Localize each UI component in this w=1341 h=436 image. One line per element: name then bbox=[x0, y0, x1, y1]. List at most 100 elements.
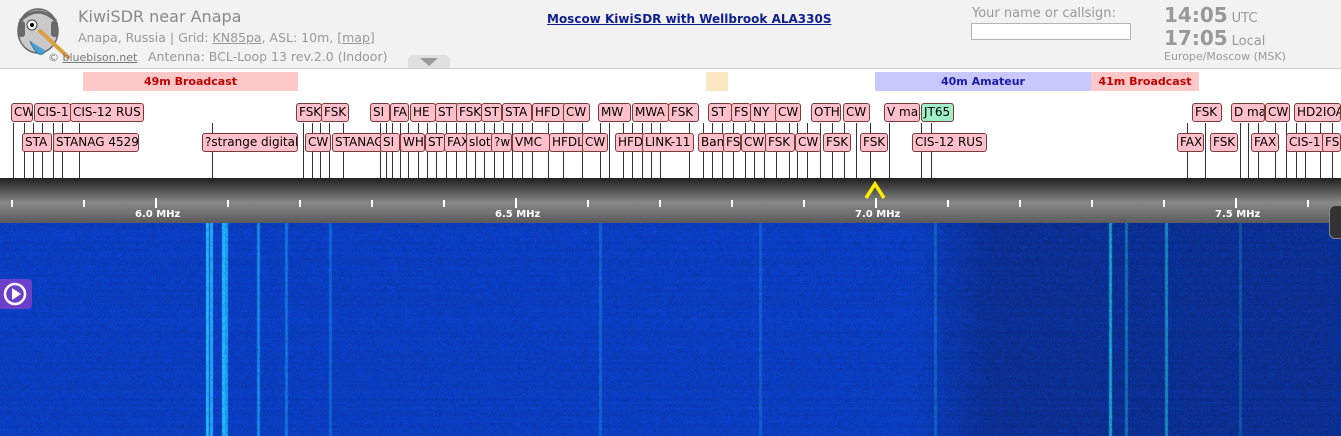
freq-label-row1[interactable]: JT65 bbox=[921, 103, 954, 122]
freq-label-row2[interactable]: CW bbox=[741, 133, 767, 152]
freq-label-row2[interactable]: HFDL bbox=[549, 133, 585, 152]
freq-label-row1[interactable]: HE bbox=[410, 103, 436, 122]
freq-label-row2[interactable]: HFD bbox=[615, 133, 645, 152]
freq-label-row2[interactable]: FSK bbox=[1210, 133, 1238, 152]
freq-label-row2[interactable]: ?strange digital bbox=[202, 133, 298, 152]
freq-label-row2[interactable]: CW bbox=[795, 133, 821, 152]
frequency-scale[interactable]: 6.0 MHz 6.5 MHz 7.0 MHz 7.5 MHz bbox=[0, 178, 1341, 223]
freq-label-row2[interactable]: Ban bbox=[698, 133, 725, 152]
freq-label-row2[interactable]: CIS-12 RUS bbox=[912, 133, 987, 152]
freq-label-row2[interactable]: FAX bbox=[1251, 133, 1279, 152]
freq-label-row1[interactable]: CIS-12 RUS bbox=[70, 103, 144, 122]
freq-label-row2[interactable]: STANAG 4529 bbox=[53, 133, 139, 152]
map-link[interactable]: [map] bbox=[337, 30, 375, 45]
chevron-down-icon bbox=[420, 58, 438, 66]
scale-tick bbox=[947, 200, 949, 207]
freq-label-row1[interactable]: ST bbox=[708, 103, 732, 122]
frequency-labels: CW CIS-1 CIS-12 RUS FSK FSK SI FA HE ST FSK ST STA H… bbox=[0, 94, 1341, 178]
scale-tick bbox=[1091, 200, 1093, 207]
freq-label-row2[interactable]: FSK bbox=[860, 133, 888, 152]
asl-text: ASL: 10m, bbox=[269, 30, 334, 45]
scale-tick bbox=[443, 200, 445, 207]
freq-label-row2[interactable]: ?w bbox=[491, 133, 512, 152]
scale-tick bbox=[299, 200, 301, 207]
band-40m-amateur[interactable]: 40m Amateur bbox=[875, 72, 1091, 91]
freq-label-row2[interactable]: VMC bbox=[512, 133, 550, 152]
freq-label-row1[interactable]: HFD bbox=[532, 103, 566, 122]
freq-label-row1[interactable]: HD2IOA bbox=[1294, 103, 1341, 122]
scale-tick bbox=[1019, 200, 1021, 207]
freq-label-row1[interactable]: STA bbox=[502, 103, 532, 122]
side-panel-toggle[interactable] bbox=[1329, 205, 1341, 239]
freq-label-row2[interactable]: FSK bbox=[765, 133, 795, 152]
scale-tick bbox=[371, 200, 373, 207]
freq-label-row1[interactable]: CIS-1 bbox=[34, 103, 71, 122]
other-sdr-link[interactable]: Moscow KiwiSDR with Wellbrook ALA330S bbox=[547, 12, 831, 26]
band-41m-broadcast[interactable]: 41m Broadcast bbox=[1091, 72, 1199, 91]
freq-label-row1[interactable]: FSK bbox=[456, 103, 482, 122]
scale-tick bbox=[83, 200, 85, 207]
freq-label-row1[interactable]: FA bbox=[390, 103, 409, 122]
freq-label-row1[interactable]: CW bbox=[843, 103, 870, 122]
freq-label-row1[interactable]: CW bbox=[1265, 103, 1290, 122]
grid-link[interactable]: KN85pa bbox=[213, 30, 262, 45]
freq-label-row1[interactable]: CW bbox=[563, 103, 590, 122]
freq-label-row1[interactable]: D ma bbox=[1231, 103, 1265, 122]
grid-label: Grid: bbox=[178, 30, 209, 45]
freq-label-row1[interactable]: V ma bbox=[884, 103, 920, 122]
freq-label-row2[interactable]: FSK bbox=[1322, 133, 1341, 152]
band-label: 40m Amateur bbox=[941, 75, 1025, 88]
freq-label-row1[interactable]: SI bbox=[370, 103, 390, 122]
freq-label-row1[interactable]: MWA bbox=[632, 103, 669, 122]
scale-tick bbox=[803, 200, 805, 207]
freq-label-row1[interactable]: OTH bbox=[811, 103, 841, 122]
freq-label-row1[interactable]: MW bbox=[598, 103, 631, 122]
freq-label-row1[interactable]: CW bbox=[11, 103, 33, 122]
freq-label-row1[interactable]: FSK bbox=[321, 103, 349, 122]
freq-label-row1[interactable]: NY bbox=[750, 103, 778, 122]
scale-tick bbox=[875, 198, 877, 208]
location-text: Anapa, Russia bbox=[78, 30, 166, 45]
freq-label-row2[interactable]: LINK-11 bbox=[642, 133, 694, 152]
freq-label-row2[interactable]: FS bbox=[723, 133, 741, 152]
band-unlabeled[interactable] bbox=[706, 72, 728, 91]
freq-label-row1[interactable]: FSK bbox=[296, 103, 322, 122]
freq-label-row2[interactable]: FSK bbox=[823, 133, 851, 152]
audio-play-button[interactable] bbox=[0, 279, 32, 309]
freq-label-row2[interactable]: SI bbox=[380, 133, 400, 152]
freq-label-row2[interactable]: ST bbox=[425, 133, 445, 152]
credit: © bluebison.net bbox=[48, 51, 137, 64]
label-stem bbox=[889, 123, 890, 178]
bluebison-link[interactable]: bluebison.net bbox=[63, 51, 138, 64]
callsign-input[interactable] bbox=[971, 23, 1131, 40]
freq-label-row1[interactable]: FS bbox=[731, 103, 751, 122]
tuning-marker-icon[interactable] bbox=[864, 181, 886, 199]
band-label: 41m Broadcast bbox=[1098, 75, 1192, 88]
freq-label-row1[interactable]: ST bbox=[481, 103, 502, 122]
local-label: Local bbox=[1231, 34, 1266, 49]
freq-label-row1[interactable]: CW bbox=[775, 103, 801, 122]
freq-label-row2[interactable]: STANAG bbox=[332, 133, 382, 152]
label-stem bbox=[13, 123, 14, 178]
freq-label-row2[interactable]: FAX bbox=[1177, 133, 1204, 152]
freq-label-row2[interactable]: slot bbox=[466, 133, 494, 152]
freq-label-row2[interactable]: FAX bbox=[444, 133, 468, 152]
scale-tick bbox=[515, 198, 517, 208]
freq-label-row2[interactable]: CW bbox=[582, 133, 608, 152]
freq-label-row2[interactable]: CIS-1 bbox=[1286, 133, 1326, 152]
freq-label-row2[interactable]: WH bbox=[400, 133, 425, 152]
freq-label-row1[interactable]: FSK bbox=[668, 103, 699, 122]
scale-tick bbox=[659, 200, 661, 207]
scale-tick bbox=[155, 198, 157, 208]
expand-header-button[interactable] bbox=[408, 55, 450, 68]
freq-label-row1[interactable]: FSK bbox=[1192, 103, 1222, 122]
freq-label-row2[interactable]: STA bbox=[22, 133, 52, 152]
play-icon bbox=[3, 282, 27, 306]
label-stem bbox=[1248, 123, 1249, 178]
freq-label-row2[interactable]: CW bbox=[305, 133, 331, 152]
header-bar: KiwiSDR near Anapa Anapa, Russia | Grid:… bbox=[0, 0, 1341, 69]
band-49m-broadcast[interactable]: 49m Broadcast bbox=[83, 72, 298, 91]
scale-tick bbox=[731, 200, 733, 207]
waterfall-display[interactable] bbox=[0, 223, 1341, 436]
label-stem bbox=[1205, 123, 1206, 178]
